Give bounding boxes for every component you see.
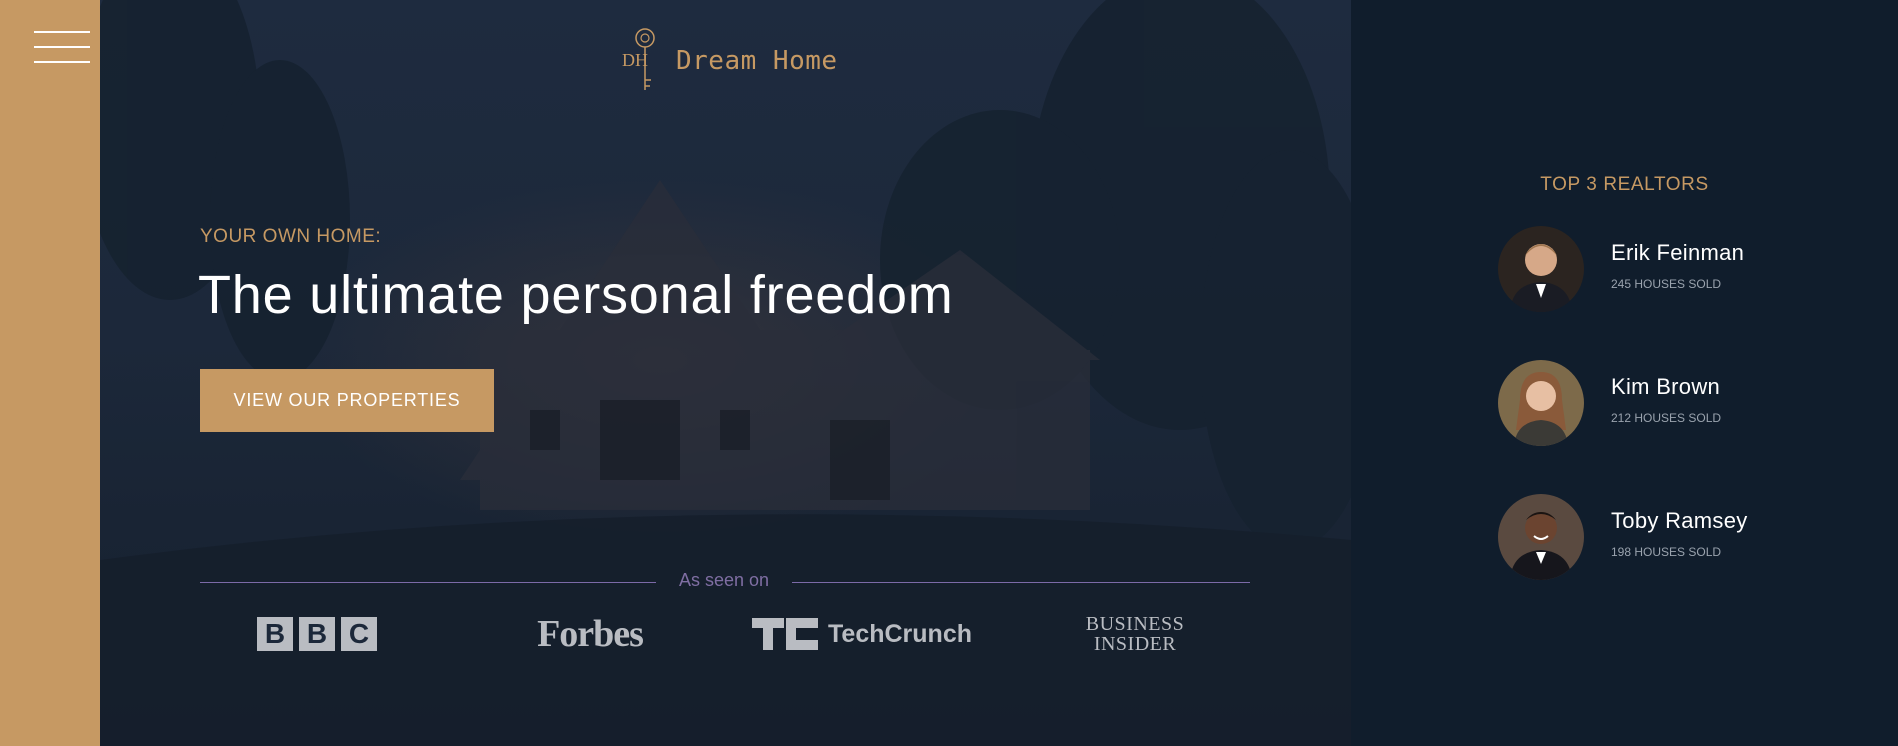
realtor-item[interactable]: Kim Brown 212 HOUSES SOLD bbox=[1498, 360, 1858, 450]
forbes-logo: Forbes bbox=[537, 613, 644, 655]
top-realtors-panel: TOP 3 REALTORS Erik Feinman 245 HOUSES S… bbox=[1351, 0, 1898, 746]
realtor-houses-sold: 245 HOUSES SOLD bbox=[1611, 277, 1722, 291]
realtor-item[interactable]: Toby Ramsey 198 HOUSES SOLD bbox=[1498, 494, 1858, 584]
avatar bbox=[1498, 494, 1584, 580]
as-seen-on-label: As seen on bbox=[678, 570, 770, 590]
as-seen-on-divider: As seen on bbox=[200, 570, 1250, 594]
techcrunch-logo: TechCrunch bbox=[744, 612, 980, 656]
svg-text:DH: DH bbox=[622, 50, 648, 70]
top-realtors-title: TOP 3 REALTORS bbox=[1540, 174, 1709, 195]
techcrunch-mark-icon bbox=[752, 618, 818, 650]
bbc-logo: B B C bbox=[257, 612, 377, 656]
realtor-name: Kim Brown bbox=[1611, 374, 1721, 399]
realtor-name: Toby Ramsey bbox=[1611, 508, 1748, 533]
sidebar bbox=[0, 0, 100, 746]
realtor-item[interactable]: Erik Feinman 245 HOUSES SOLD bbox=[1498, 226, 1858, 316]
key-logo-icon: DH bbox=[622, 28, 655, 90]
hero-section: DH Dream Home YOUR OWN HOME: The ultimat… bbox=[100, 0, 1351, 746]
hamburger-menu-icon[interactable] bbox=[34, 31, 90, 65]
hero-eyebrow: YOUR OWN HOME: bbox=[200, 226, 382, 247]
business-insider-logo: BUSINESS INSIDER bbox=[1085, 613, 1185, 655]
avatar bbox=[1498, 360, 1584, 446]
brand-logo[interactable]: DH Dream Home bbox=[620, 26, 838, 96]
realtor-name: Erik Feinman bbox=[1611, 240, 1745, 265]
brand-name: Dream Home bbox=[676, 46, 838, 76]
view-properties-button[interactable]: VIEW OUR PROPERTIES bbox=[200, 369, 494, 432]
realtor-houses-sold: 212 HOUSES SOLD bbox=[1611, 411, 1722, 425]
avatar bbox=[1498, 226, 1584, 312]
realtor-houses-sold: 198 HOUSES SOLD bbox=[1611, 545, 1722, 559]
hero-headline: The ultimate personal freedom bbox=[198, 265, 954, 325]
